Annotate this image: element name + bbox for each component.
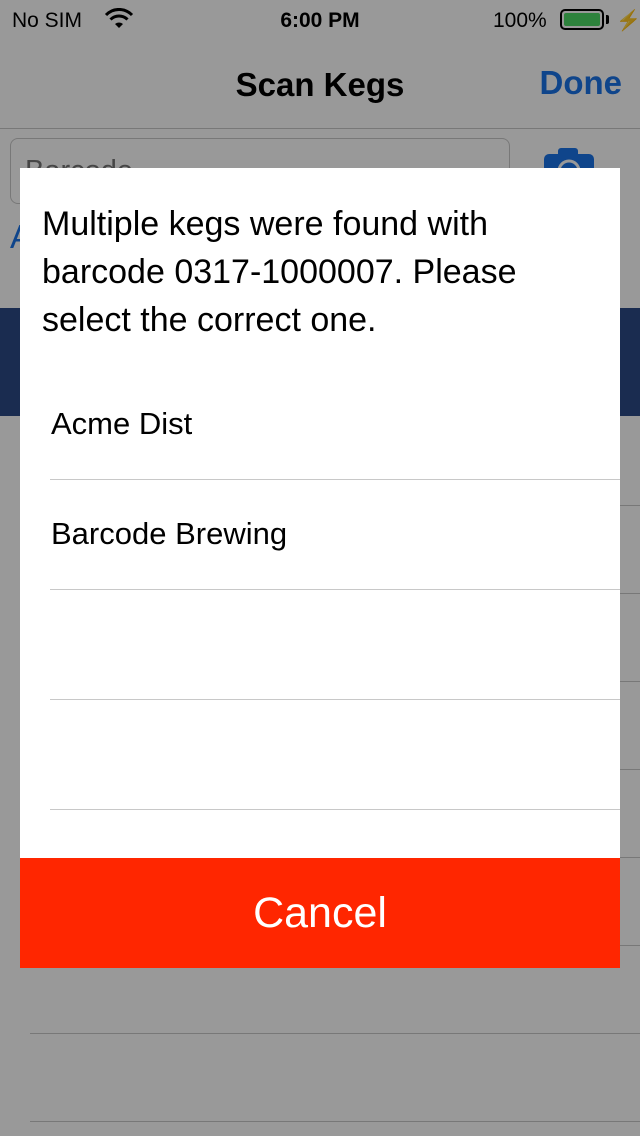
option-acme-dist[interactable]: Acme Dist bbox=[50, 370, 620, 480]
option-empty[interactable] bbox=[50, 700, 620, 810]
keg-selection-dialog: Multiple kegs were found with barcode 03… bbox=[20, 168, 620, 968]
option-barcode-brewing[interactable]: Barcode Brewing bbox=[50, 480, 620, 590]
dialog-message: Multiple kegs were found with barcode 03… bbox=[42, 205, 517, 339]
option-empty[interactable] bbox=[50, 590, 620, 700]
cancel-button[interactable]: Cancel bbox=[20, 858, 620, 968]
